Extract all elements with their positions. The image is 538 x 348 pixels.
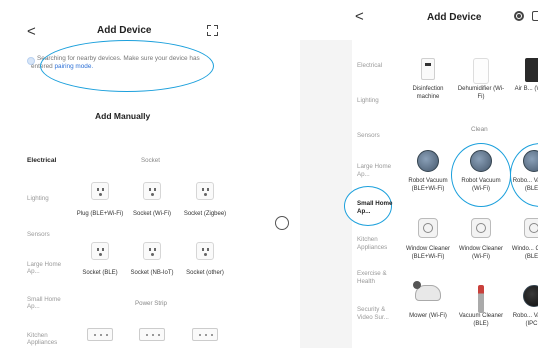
window-cleaner-icon[interactable] bbox=[524, 218, 538, 238]
robot-vacuum-icon[interactable] bbox=[523, 285, 538, 307]
comparison-stage: < Add Device Searching for nearby device… bbox=[0, 0, 538, 348]
socket-nb-iot-card[interactable] bbox=[139, 238, 165, 264]
add-device-screen-left: < Add Device Searching for nearby device… bbox=[0, 0, 240, 348]
socket-zigbee-card[interactable] bbox=[192, 178, 218, 204]
socket-zigbee-label: Socket (Zigbee) bbox=[183, 211, 227, 217]
highlight-ellipse bbox=[451, 143, 511, 207]
socket-other-label: Socket (other) bbox=[186, 270, 224, 276]
back-button[interactable]: < bbox=[27, 24, 36, 39]
highlight-ellipse bbox=[40, 40, 214, 92]
page-title: Add Device bbox=[427, 12, 482, 23]
category-electrical[interactable]: Electrical bbox=[357, 62, 397, 70]
category-large-home-appliances[interactable]: Large Home Ap... bbox=[357, 163, 397, 178]
add-device-screen-right: < Add Device Electrical Lighting Sensors La… bbox=[300, 0, 538, 348]
device-label: Dehumidifier (Wi-Fi) bbox=[457, 86, 505, 100]
socket-wifi-label: Socket (Wi-Fi) bbox=[133, 211, 171, 217]
robot-vacuum-icon[interactable] bbox=[417, 150, 439, 172]
add-manually-heading: Add Manually bbox=[95, 111, 151, 121]
device-label: Air B... (Wi-F... bbox=[514, 86, 538, 92]
category-small-home-appliances[interactable]: Small Home Ap... bbox=[27, 296, 63, 310]
device-label: Robo... Vacuu... (IPC... bbox=[512, 313, 538, 327]
device-label: Robot Vacuum (BLE+Wi-Fi) bbox=[408, 178, 448, 192]
category-lighting[interactable]: Lighting bbox=[27, 195, 49, 202]
device-label: Disinfection machine bbox=[412, 86, 444, 100]
plug-icon bbox=[91, 182, 109, 200]
page-title: Add Device bbox=[97, 25, 152, 36]
category-kitchen-appliances[interactable]: Kitchen Appliances bbox=[27, 332, 67, 346]
device-label: Window Cleaner (Wi-Fi) bbox=[458, 246, 504, 260]
category-small-home-appliances[interactable]: Small Home Ap... bbox=[357, 200, 397, 215]
device-label: Mower (Wi-Fi) bbox=[409, 313, 447, 319]
power-strip-icon[interactable] bbox=[87, 328, 113, 341]
group-clean: Clean bbox=[471, 126, 488, 133]
socket-icon bbox=[143, 242, 161, 260]
mower-icon[interactable] bbox=[413, 281, 441, 301]
settings-icon[interactable] bbox=[514, 11, 524, 21]
air-box-icon[interactable] bbox=[525, 58, 538, 82]
category-electrical[interactable]: Electrical bbox=[27, 157, 56, 164]
back-button[interactable]: < bbox=[355, 9, 364, 24]
scan-icon[interactable] bbox=[532, 11, 538, 21]
category-sensors[interactable]: Sensors bbox=[27, 231, 50, 238]
socket-nb-iot-label: Socket (NB-IoT) bbox=[130, 270, 174, 276]
socket-wifi-card[interactable] bbox=[139, 178, 165, 204]
socket-ble-label: Socket (BLE) bbox=[82, 270, 118, 276]
power-strip-icon[interactable] bbox=[192, 328, 218, 341]
device-label: Windo... Clean... (BLE... bbox=[511, 246, 538, 260]
category-exercise-health[interactable]: Exercise & Health bbox=[357, 270, 397, 285]
socket-icon bbox=[91, 242, 109, 260]
power-strip-icon[interactable] bbox=[139, 328, 165, 341]
scan-icon[interactable] bbox=[207, 25, 218, 36]
socket-icon bbox=[143, 182, 161, 200]
category-lighting[interactable]: Lighting bbox=[357, 97, 397, 105]
category-large-home-appliances[interactable]: Large Home Ap... bbox=[27, 261, 67, 275]
disinfection-icon[interactable] bbox=[421, 58, 435, 80]
circle-marker bbox=[275, 216, 289, 230]
device-label: Vacuum Cleaner (BLE) bbox=[458, 313, 504, 327]
plug-ble-wifi-label: Plug (BLE+Wi-Fi) bbox=[76, 211, 124, 217]
category-sidebar bbox=[300, 40, 352, 348]
window-cleaner-icon[interactable] bbox=[471, 218, 491, 238]
dehumidifier-icon[interactable] bbox=[473, 58, 489, 84]
group-power-strip: Power Strip bbox=[135, 300, 167, 307]
socket-icon bbox=[196, 242, 214, 260]
device-label: Window Cleaner (BLE+Wi-Fi) bbox=[405, 246, 451, 260]
stick-vacuum-icon[interactable] bbox=[478, 285, 484, 313]
category-kitchen-appliances[interactable]: Kitchen Appliances bbox=[357, 236, 397, 251]
category-security-video[interactable]: Security & Video Sur... bbox=[357, 306, 397, 321]
window-cleaner-icon[interactable] bbox=[418, 218, 438, 238]
group-socket: Socket bbox=[141, 157, 160, 164]
category-sensors[interactable]: Sensors bbox=[357, 132, 397, 140]
highlight-ellipse bbox=[510, 143, 538, 207]
socket-ble-card[interactable] bbox=[87, 238, 113, 264]
socket-other-card[interactable] bbox=[192, 238, 218, 264]
socket-icon bbox=[196, 182, 214, 200]
plug-ble-wifi-card[interactable] bbox=[87, 178, 113, 204]
